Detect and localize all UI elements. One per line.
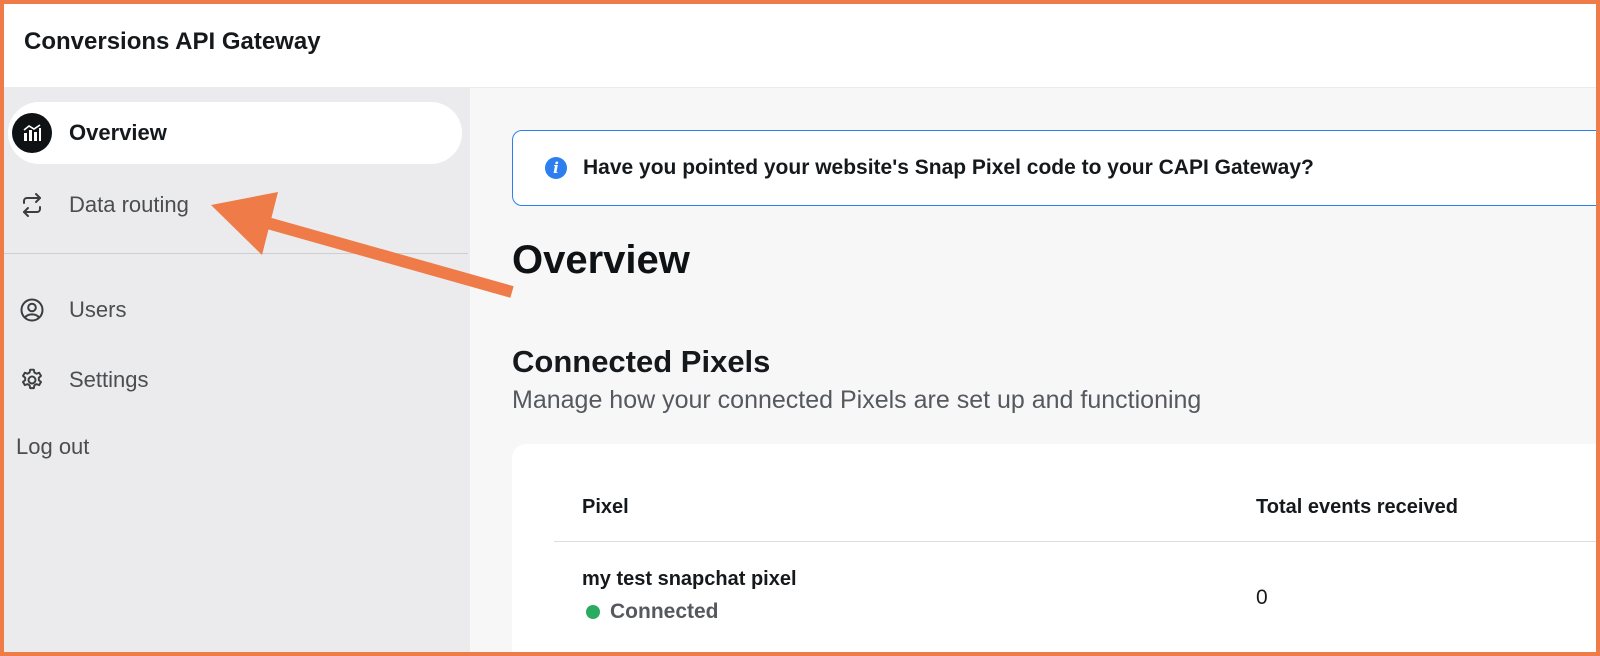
status-badge: Connected: [586, 600, 719, 624]
pixels-table: [512, 444, 1596, 652]
section-title: Connected Pixels: [512, 344, 771, 379]
table-divider: [554, 541, 1596, 542]
column-header-events: Total events received: [1256, 496, 1458, 518]
banner-text: Have you pointed your website's Snap Pix…: [583, 156, 1314, 179]
info-banner: i Have you pointed your website's Snap P…: [512, 130, 1596, 206]
routing-icon: [12, 185, 52, 225]
sidebar-item-label: Overview: [69, 120, 167, 145]
sidebar-item-overview[interactable]: Overview: [8, 102, 462, 164]
logout-link[interactable]: Log out: [16, 434, 89, 460]
top-bar: Conversions API Gateway: [4, 4, 1596, 88]
sidebar-item-settings[interactable]: Settings: [8, 349, 462, 411]
column-header-pixel: Pixel: [582, 496, 629, 518]
sidebar: Overview Data routing Users Settings Log…: [4, 88, 470, 652]
gear-icon: [12, 360, 52, 400]
sidebar-divider: [4, 253, 468, 254]
page-title: Overview: [512, 238, 690, 282]
status-dot: [586, 605, 600, 619]
app-title: Conversions API Gateway: [24, 28, 321, 55]
section-subtitle: Manage how your connected Pixels are set…: [512, 386, 1202, 414]
sidebar-item-label: Settings: [69, 367, 149, 392]
chart-icon: [12, 113, 52, 153]
main-content: i Have you pointed your website's Snap P…: [470, 88, 1596, 652]
status-text: Connected: [610, 600, 719, 623]
events-count: 0: [1256, 586, 1268, 609]
pixel-name[interactable]: my test snapchat pixel: [582, 568, 797, 591]
sidebar-item-label: Users: [69, 297, 127, 322]
sidebar-item-data-routing[interactable]: Data routing: [8, 174, 462, 236]
sidebar-item-users[interactable]: Users: [8, 279, 462, 341]
sidebar-item-label: Data routing: [69, 192, 189, 217]
info-icon: i: [545, 157, 567, 179]
user-icon: [12, 290, 52, 330]
screenshot-frame: Conversions API Gateway Overview Data ro…: [0, 0, 1600, 656]
